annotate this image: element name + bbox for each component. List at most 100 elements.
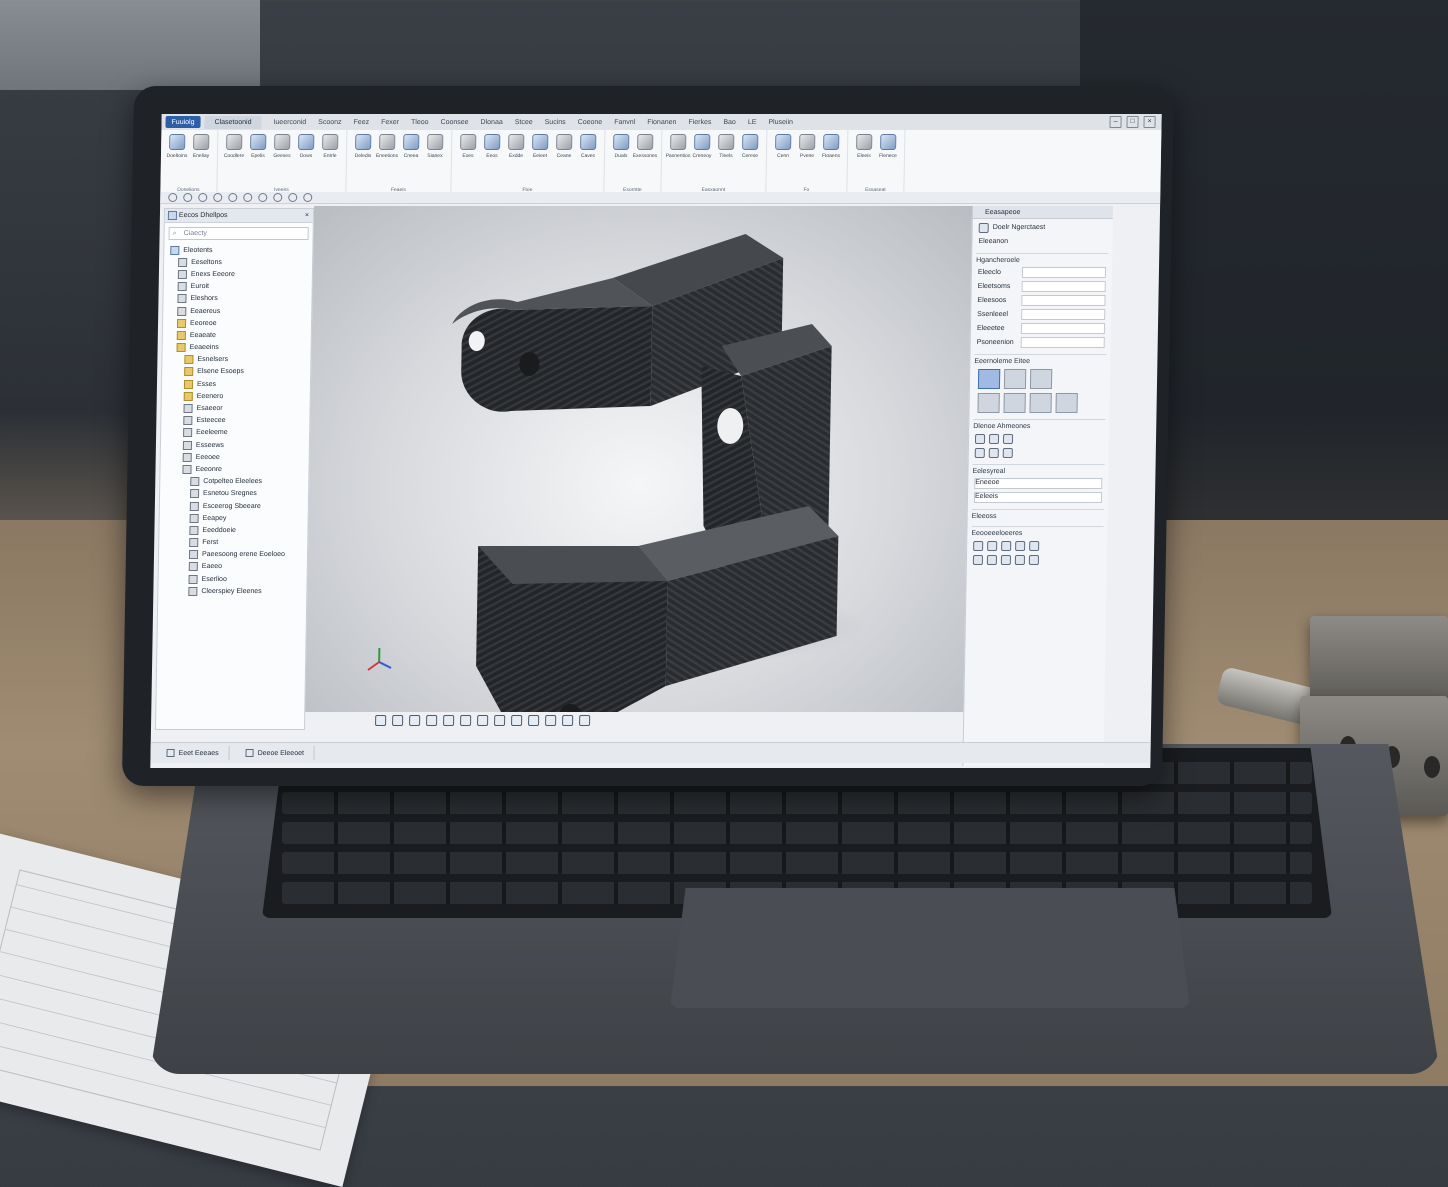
appearance-thumbnail[interactable] [1003,393,1025,413]
menu-item[interactable]: Bao [723,119,736,126]
tree-item[interactable]: Eaeeo [159,561,307,573]
display-option-field[interactable]: Eeleeis [974,492,1102,503]
previous-view-icon[interactable] [409,715,420,726]
rotate-icon[interactable] [989,448,999,458]
tree-item[interactable]: Esnelsers [162,354,310,366]
tree-item[interactable]: Eeaeeins [163,342,311,354]
tree-item[interactable]: Enexs Eeeore [164,268,312,280]
redo-icon[interactable] [183,193,192,202]
menu-item[interactable]: Coonsee [440,119,468,126]
move-icon[interactable] [975,448,985,458]
section-view-icon[interactable] [426,715,437,726]
target-icon[interactable] [1003,434,1013,444]
tree-item[interactable]: Esnetou Sregnes [160,488,308,500]
tree-item[interactable]: Eeeonre [160,463,308,475]
tree-item[interactable]: Cotpelteo Eleelees [160,476,308,488]
3d-viewport[interactable] [305,206,974,712]
rotate-icon[interactable] [258,193,267,202]
property-field[interactable] [1021,323,1105,334]
tree-item[interactable]: Elsene Esoeps [162,366,310,378]
tree-item[interactable]: Eserlioo [158,573,306,585]
tool-icon[interactable] [973,555,983,565]
property-field[interactable] [1022,267,1106,278]
tool-icon[interactable] [1015,541,1025,551]
tool-icon[interactable] [973,541,983,551]
shadows-icon[interactable] [562,715,573,726]
select-icon[interactable] [198,193,207,202]
undo-icon[interactable] [168,193,177,202]
tool-icon[interactable] [1015,555,1025,565]
appearance-thumbnail[interactable] [1055,393,1077,413]
tree-item[interactable]: Eeeoee [161,451,309,463]
tree-item[interactable]: Eeoreoe [163,317,311,329]
tool-icon[interactable] [1001,541,1011,551]
close-icon[interactable]: × [305,212,309,219]
tree-item[interactable]: Eeaereus [163,305,311,317]
menu-item[interactable]: Scoonz [318,119,341,126]
tool-icon[interactable] [1029,555,1039,565]
property-field[interactable] [1021,309,1105,320]
tool-icon[interactable] [1001,555,1011,565]
tool-icon[interactable] [987,541,997,551]
appearance-thumbnail[interactable] [977,393,999,413]
tree-filter-input[interactable]: ⌕ Ciaecty [169,227,309,240]
menu-item[interactable]: Dlonaa [481,119,503,126]
hide-show-icon[interactable] [477,715,488,726]
property-field[interactable] [1021,337,1105,348]
filter-icon[interactable] [989,434,999,444]
property-field[interactable] [1022,281,1106,292]
tree-item[interactable]: Esaeeor [161,402,309,414]
tree-item[interactable]: Paeesoong erene Eoeloeo [159,549,307,561]
tree-item[interactable]: Eeapey [160,512,308,524]
measure-icon[interactable] [303,193,312,202]
tree-item[interactable]: Esses [162,378,310,390]
status-tab[interactable]: Deeoe Eleeoet [236,746,316,760]
options-icon[interactable] [228,193,237,202]
appearance-thumbnail[interactable] [1029,393,1051,413]
carbon-fiber-part[interactable] [305,206,974,712]
tree-item[interactable]: Esteecee [161,415,309,427]
menu-item[interactable]: Stcee [515,119,533,126]
appearance-thumbnail[interactable] [978,369,1000,389]
status-tab[interactable]: Eeet Eeeaes [156,746,229,760]
menu-item[interactable]: Tleoo [411,119,429,126]
menu-item[interactable]: Pluseiin [768,119,793,126]
display-option-field[interactable]: Eneeoe [974,478,1102,489]
document-tab[interactable]: Clasetoonid [204,116,261,129]
maximize-icon[interactable]: □ [1126,116,1138,128]
close-icon[interactable]: × [1143,116,1155,128]
tool-icon[interactable] [1029,541,1039,551]
realview-icon[interactable] [545,715,556,726]
tree-item[interactable]: Esceerog Sbeeare [160,500,308,512]
view-settings-icon[interactable] [528,715,539,726]
tree-item[interactable]: Eeenero [162,390,310,402]
appearance-thumbnail[interactable] [1030,369,1052,389]
display-option[interactable]: Eeleeis [974,492,1102,503]
scene-icon[interactable] [511,715,522,726]
tree-item[interactable]: Eleshors [163,293,311,305]
tree-item[interactable]: Eeseltons [164,256,312,268]
menu-item[interactable]: Fanvnl [614,119,635,126]
menu-item[interactable]: Fexer [381,119,399,126]
appearance-icon[interactable] [494,715,505,726]
zoom-icon[interactable] [243,193,252,202]
tree-item[interactable]: Esseews [161,439,309,451]
app-menu-button[interactable]: Fuuiolg [165,116,200,128]
appearance-thumbnail[interactable] [1004,369,1026,389]
tree-item[interactable]: Eeaeate [163,329,311,341]
scale-icon[interactable] [1003,448,1013,458]
menu-item[interactable]: Iueerconid [273,119,306,126]
menu-item[interactable]: Coeone [578,119,603,126]
search-icon[interactable] [579,715,590,726]
display-option[interactable]: Eneeoe [974,478,1102,489]
section-icon[interactable] [288,193,297,202]
menu-item[interactable]: Feez [354,119,370,126]
select-icon[interactable] [975,434,985,444]
display-style-icon[interactable] [460,715,471,726]
tree-item[interactable]: Eeeleeme [161,427,309,439]
tree-item[interactable]: Eeeddoeie [159,524,307,536]
pan-icon[interactable] [273,193,282,202]
tree-item[interactable]: Euroit [164,281,312,293]
menu-item[interactable]: Sucins [545,119,566,126]
menu-item[interactable]: LE [748,119,757,126]
